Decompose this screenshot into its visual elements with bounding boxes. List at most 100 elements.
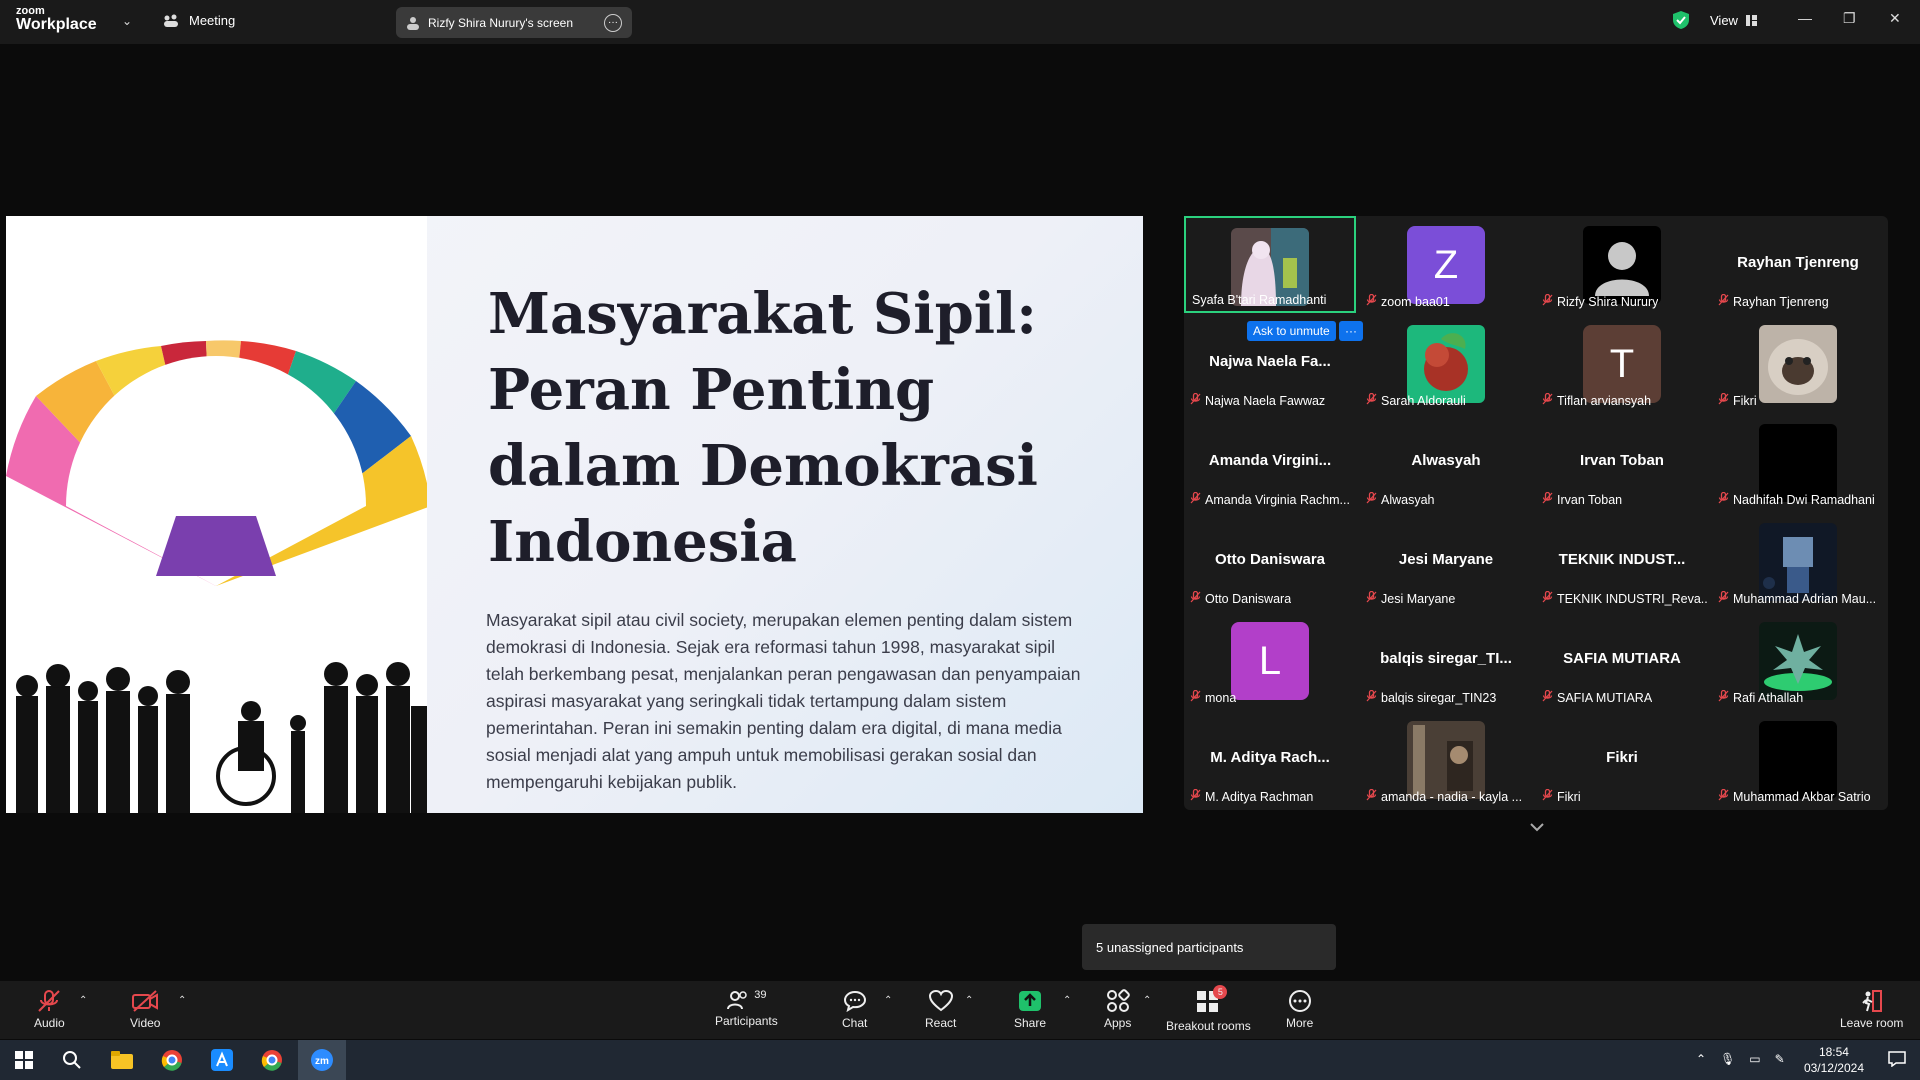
gallery-next-page-icon[interactable] <box>1530 822 1544 832</box>
user-icon <box>407 16 419 30</box>
participant-name-label: zoom baa01 <box>1366 294 1450 309</box>
avatar: T <box>1583 325 1661 403</box>
participant-tile[interactable]: Muhammad Adrian Mau... <box>1712 513 1884 610</box>
participant-tile[interactable]: Otto Daniswara Otto Daniswara <box>1184 513 1356 610</box>
participant-name-label: Tiflan arviansyah <box>1542 393 1651 408</box>
participant-name: Fikri <box>1733 393 1757 408</box>
video-button[interactable]: Video <box>130 989 160 1030</box>
breakout-tooltip: 5 unassigned participants <box>1082 924 1336 970</box>
participant-tile[interactable]: Rizfy Shira Nurury <box>1536 216 1708 313</box>
participant-tile[interactable]: Amanda Virgini... Amanda Virginia Rachm..… <box>1184 414 1356 511</box>
video-options-icon[interactable]: ⌃ <box>178 995 186 1006</box>
system-tray[interactable]: ⌃ 🎙 ▭ ✎ <box>1696 1052 1785 1066</box>
participants-button[interactable]: 39 Participants <box>715 989 778 1028</box>
participant-display-name: Fikri <box>1606 749 1638 766</box>
share-button[interactable]: Share <box>1014 989 1046 1030</box>
participant-tile[interactable]: T Tiflan arviansyah <box>1536 315 1708 412</box>
participant-name-label: M. Aditya Rachman <box>1190 789 1313 804</box>
participant-tile[interactable]: Alwasyah Alwasyah <box>1360 414 1532 511</box>
apps-icon <box>1106 989 1130 1012</box>
network-icon[interactable]: ▭ <box>1749 1052 1760 1066</box>
chat-button[interactable]: Chat <box>842 989 867 1030</box>
participant-name: Rayhan Tjenreng <box>1733 294 1829 309</box>
mic-muted-icon <box>1718 690 1729 705</box>
participant-name-label: Syafa B'tari Ramadhanti <box>1192 293 1326 307</box>
participant-tile[interactable]: Rafi Athallah <box>1712 612 1884 709</box>
participant-tile[interactable]: Fikri Fikri <box>1536 711 1708 808</box>
participants-label: Participants <box>715 1014 778 1028</box>
participant-tile[interactable]: M. Aditya Rach... M. Aditya Rachman <box>1184 711 1356 808</box>
more-button[interactable]: More <box>1286 989 1313 1030</box>
view-button[interactable]: View <box>1710 13 1757 28</box>
participant-tile[interactable]: Zzoom baa01 <box>1360 216 1532 313</box>
participant-tile[interactable]: balqis siregar_TI... balqis siregar_TIN23 <box>1360 612 1532 709</box>
mic-muted-icon <box>1190 690 1201 705</box>
apps-button[interactable]: Apps <box>1104 989 1131 1030</box>
mic-muted-icon <box>38 990 61 1012</box>
app-store-icon[interactable] <box>198 1040 246 1080</box>
apps-options-icon[interactable]: ⌃ <box>1143 995 1151 1006</box>
clock-time: 18:54 <box>1818 1045 1849 1059</box>
participant-more-button[interactable]: ··· <box>1339 321 1363 341</box>
avatar: L <box>1231 622 1309 700</box>
share-label: Share <box>1014 1016 1047 1030</box>
search-icon[interactable] <box>48 1040 96 1080</box>
participant-tile[interactable]: Lmona <box>1184 612 1356 709</box>
mic-muted-icon <box>1542 591 1553 606</box>
participant-name: Fikri <box>1557 789 1581 804</box>
chrome-profile-icon[interactable] <box>248 1040 296 1080</box>
meeting-menu[interactable]: Meeting <box>163 13 235 28</box>
leave-room-button[interactable]: Leave room <box>1840 989 1903 1030</box>
zoom-taskbar-icon[interactable]: zm <box>298 1040 346 1080</box>
ask-to-unmute-button[interactable]: Ask to unmute <box>1247 321 1336 341</box>
participant-tile[interactable]: Sarah Aldorauli <box>1360 315 1532 412</box>
close-icon[interactable]: ✕ <box>1889 10 1901 27</box>
participant-tile[interactable]: amanda - nadia - kayla ... <box>1360 711 1532 808</box>
participant-tile[interactable]: Irvan Toban Irvan Toban <box>1536 414 1708 511</box>
participant-name: Najwa Naela Fawwaz <box>1205 393 1326 408</box>
apps-label: Apps <box>1104 1016 1132 1030</box>
mic-muted-icon <box>1366 492 1377 507</box>
video-label: Video <box>130 1016 161 1030</box>
participant-video <box>1759 721 1837 799</box>
mic-muted-icon <box>1366 591 1377 606</box>
system-clock[interactable]: 18:54 03/12/2024 <box>1804 1044 1864 1076</box>
participant-name-label: Otto Daniswara <box>1190 591 1291 606</box>
file-explorer-icon[interactable] <box>98 1040 146 1080</box>
react-button[interactable]: React <box>925 989 956 1030</box>
react-options-icon[interactable]: ⌃ <box>965 995 973 1006</box>
participant-tile[interactable]: TEKNIK INDUST... TEKNIK INDUSTRI_Reva... <box>1536 513 1708 610</box>
chrome-icon[interactable] <box>148 1040 196 1080</box>
slide-body: Masyarakat sipil atau civil society, mer… <box>486 610 1081 792</box>
share-options-icon[interactable]: ⌃ <box>1063 995 1071 1006</box>
participant-tile[interactable]: Jesi Maryane Jesi Maryane <box>1360 513 1532 610</box>
screen-share-indicator[interactable]: Rizfy Shira Nurury's screen ··· <box>396 7 632 38</box>
notification-icon[interactable] <box>1888 1051 1906 1072</box>
pen-icon[interactable]: ✎ <box>1775 1052 1785 1066</box>
participant-tile[interactable]: SAFIA MUTIARA SAFIA MUTIARA <box>1536 612 1708 709</box>
audio-options-icon[interactable]: ⌃ <box>79 995 87 1006</box>
audio-button[interactable]: Audio <box>34 989 65 1030</box>
minimize-icon[interactable]: — <box>1798 10 1812 26</box>
zoom-logo[interactable]: zoom Workplace <box>16 6 97 33</box>
chat-options-icon[interactable]: ⌃ <box>884 995 892 1006</box>
participant-tile[interactable]: Rayhan Tjenreng Rayhan Tjenreng <box>1712 216 1884 313</box>
more-options-icon[interactable]: ··· <box>604 13 622 32</box>
restore-icon[interactable]: ❐ <box>1843 10 1856 27</box>
participant-name: Muhammad Akbar Satrio <box>1733 789 1871 804</box>
windows-start-icon[interactable] <box>0 1040 48 1080</box>
participant-video <box>1759 325 1837 403</box>
participant-name-label: mona <box>1190 690 1236 705</box>
participant-tile[interactable]: Syafa B'tari Ramadhanti <box>1184 216 1356 313</box>
participant-tile[interactable]: Nadhifah Dwi Ramadhani <box>1712 414 1884 511</box>
chevron-down-icon[interactable]: ⌄ <box>122 14 132 28</box>
breakout-rooms-label: Breakout rooms <box>1166 1019 1251 1033</box>
participant-tile[interactable]: Muhammad Akbar Satrio <box>1712 711 1884 808</box>
participant-tile[interactable]: Fikri <box>1712 315 1884 412</box>
security-shield-icon[interactable] <box>1672 10 1690 30</box>
breakout-rooms-button[interactable]: 5 Breakout rooms <box>1166 985 1251 1033</box>
chevron-up-icon[interactable]: ⌃ <box>1696 1052 1706 1066</box>
audio-label: Audio <box>34 1016 65 1030</box>
video-off-icon <box>132 990 159 1012</box>
participant-name-label: Jesi Maryane <box>1366 591 1455 606</box>
